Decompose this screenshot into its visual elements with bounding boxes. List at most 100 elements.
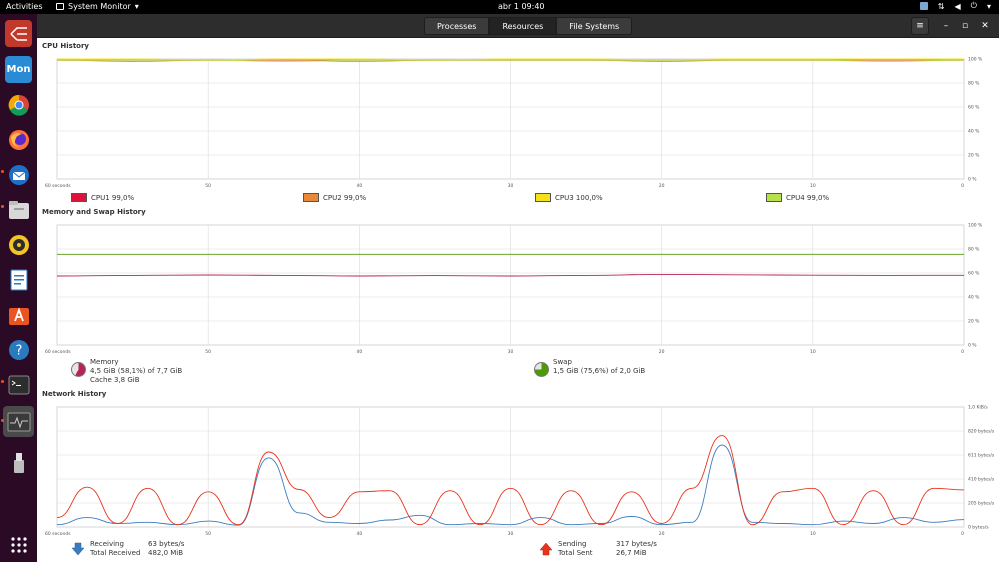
monitor-app-icon[interactable]: Mon — [5, 56, 32, 83]
sending-arrow-icon[interactable] — [539, 542, 553, 556]
network-y-tick-label: 611 bytes/s — [968, 453, 995, 459]
cpu1-value: 99,0% — [111, 193, 135, 202]
cpu1-label: CPU1 — [91, 193, 110, 202]
memory-value: 4,5 GiB (58,1%) of 7,7 GiB — [90, 367, 183, 375]
cpu1-color-swatch[interactable] — [71, 193, 87, 202]
cpu3-value: 100,0% — [575, 193, 603, 202]
cpu3-color-swatch[interactable] — [535, 193, 551, 202]
close-icon: ✕ — [981, 21, 989, 31]
thunderbird-icon[interactable] — [5, 161, 32, 188]
network-x-tick-label: 40 — [356, 531, 362, 537]
cpu-x-tick-label: 10 — [810, 183, 816, 189]
top-bar: Activities System Monitor ▾ abr 1 09:40 … — [0, 0, 999, 14]
activities-button[interactable]: Activities — [6, 2, 43, 11]
svg-text:?: ? — [15, 343, 22, 358]
network-icon[interactable]: ⇅ — [938, 2, 945, 11]
cpu-y-tick-label: 60 % — [968, 105, 980, 111]
memory-x-tick-label: 40 — [356, 349, 362, 355]
sending-label: Sending — [558, 540, 587, 548]
receiving-legend: Receiving 63 bytes/s Total Received 482,… — [71, 540, 184, 558]
software-icon[interactable] — [5, 301, 32, 328]
memory-legend: Memory 4,5 GiB (58,1%) of 7,7 GiB Cache … — [71, 358, 182, 385]
memory-x-tick-label: 50 — [205, 349, 211, 355]
cpu-history-graph: 100 % 80 % 60 % 40 % 20 % 0 % 60 seconds 50 40 30… — [45, 57, 983, 190]
cpu4-legend[interactable]: CPU4 99,0% — [766, 193, 829, 202]
menu-button[interactable]: ≡ — [911, 17, 929, 35]
files-icon[interactable] — [5, 196, 32, 223]
network-y-tick-label: 1,0 KiB/s — [968, 405, 988, 411]
network-x-tick-label: 60 seconds — [45, 531, 71, 537]
cpu-y-tick-label: 80 % — [968, 81, 980, 87]
network-x-tick-label: 30 — [508, 531, 514, 537]
tab-processes[interactable]: Processes — [424, 17, 490, 35]
dock: Mon ? — [0, 14, 37, 562]
hamburger-icon: ≡ — [916, 21, 924, 31]
volume-icon[interactable]: ◀ — [955, 2, 961, 11]
chevron-down-icon: ▾ — [134, 2, 139, 11]
minimize-button[interactable]: – — [940, 17, 952, 35]
cpu1-legend[interactable]: CPU1 99,0% — [71, 193, 134, 202]
network-y-tick-label: 410 bytes/s — [968, 477, 995, 483]
network-x-tick-label: 0 — [961, 531, 964, 537]
cache-value: Cache 3,8 GiB — [90, 376, 140, 384]
tab-file-systems[interactable]: File Systems — [556, 17, 633, 35]
total-received-label: Total Received — [90, 549, 141, 557]
sending-legend: Sending 317 bytes/s Total Sent 26,7 MiB — [539, 540, 657, 558]
cpu-x-tick-label: 0 — [961, 183, 964, 189]
cpu2-color-swatch[interactable] — [303, 193, 319, 202]
close-button[interactable]: ✕ — [979, 17, 991, 35]
minimize-icon: – — [943, 21, 949, 31]
clock[interactable]: abr 1 09:40 — [498, 2, 545, 11]
memory-x-tick-label: 0 — [961, 349, 964, 355]
app-menu[interactable]: System Monitor ▾ — [56, 2, 139, 11]
memory-history-graph: 100 % 80 % 60 % 40 % 20 % 0 % 60 seconds 50 40 30… — [45, 223, 983, 356]
memory-x-tick-label: 10 — [810, 349, 816, 355]
memory-y-tick-label: 100 % — [968, 223, 983, 229]
receiving-arrow-icon[interactable] — [71, 542, 85, 556]
show-apps-icon[interactable] — [5, 531, 32, 558]
memory-label: Memory — [90, 358, 119, 366]
help-icon[interactable]: ? — [5, 336, 32, 363]
memory-y-tick-label: 20 % — [968, 319, 980, 325]
maximize-icon: ▫ — [961, 21, 969, 31]
memory-y-tick-label: 80 % — [968, 247, 980, 253]
memory-section-title: Memory and Swap History — [42, 208, 146, 216]
network-y-tick-label: 0 bytes/s — [968, 525, 989, 531]
network-section-title: Network History — [42, 390, 107, 398]
system-tray[interactable]: ⇅ ◀ ⏻ ▾ — [919, 1, 991, 11]
tab-resources[interactable]: Resources — [489, 17, 557, 35]
maximize-button[interactable]: ▫ — [959, 17, 971, 35]
power-icon[interactable]: ⏻ — [971, 1, 977, 11]
cpu3-legend[interactable]: CPU3 100,0% — [535, 193, 603, 202]
receiving-value: 63 bytes/s — [148, 540, 185, 548]
memory-y-tick-label: 60 % — [968, 271, 980, 277]
usb-drive-icon[interactable] — [5, 449, 32, 476]
system-monitor-small-icon — [56, 3, 64, 10]
swap-label: Swap — [553, 358, 572, 366]
memory-pie-icon[interactable] — [71, 362, 86, 377]
monitor-app-label: Mon — [6, 64, 31, 75]
chevron-down-icon[interactable]: ▾ — [987, 2, 991, 11]
accessibility-icon[interactable] — [919, 2, 928, 10]
swap-value: 1,5 GiB (75,6%) of 2,0 GiB — [553, 367, 646, 375]
swap-pie-icon[interactable] — [534, 362, 549, 377]
firefox-icon[interactable] — [5, 126, 32, 153]
network-x-tick-label: 10 — [810, 531, 816, 537]
rhythmbox-icon[interactable] — [5, 231, 32, 258]
cpu4-value: 99,0% — [806, 193, 830, 202]
sending-value: 317 bytes/s — [616, 540, 657, 548]
cpu-section-title: CPU History — [42, 42, 89, 50]
network-y-tick-label: 205 bytes/s — [968, 501, 995, 507]
system-monitor-icon[interactable] — [3, 406, 34, 437]
cpu2-legend[interactable]: CPU2 99,0% — [303, 193, 366, 202]
app-icon[interactable] — [5, 20, 32, 47]
view-switcher: Processes Resources File Systems — [424, 17, 633, 35]
network-history-graph: 1,0 KiB/s 820 bytes/s 611 bytes/s 410 bytes… — [45, 405, 995, 538]
memory-y-tick-label: 40 % — [968, 295, 980, 301]
writer-icon[interactable] — [5, 266, 32, 293]
cpu4-color-swatch[interactable] — [766, 193, 782, 202]
chrome-icon[interactable] — [5, 91, 32, 118]
terminal-icon[interactable] — [5, 371, 32, 398]
total-sent-label: Total Sent — [558, 549, 593, 557]
total-received-value: 482,0 MiB — [148, 549, 184, 557]
